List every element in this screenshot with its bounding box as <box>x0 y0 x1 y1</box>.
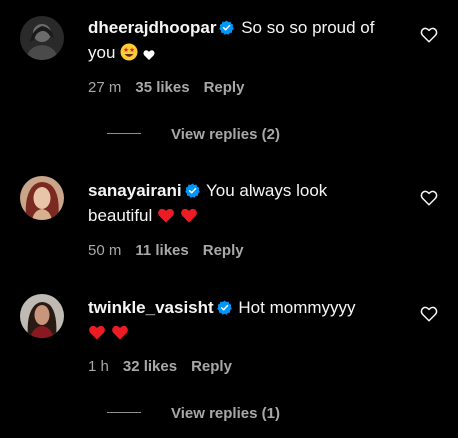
verified-badge-icon <box>184 183 200 198</box>
view-replies-label: View replies (2) <box>171 126 280 143</box>
comment-time: 27 m <box>88 79 122 96</box>
comment-time: 50 m <box>88 242 122 259</box>
red-heart-emoji <box>180 208 197 223</box>
white-heart-emoji <box>143 50 155 60</box>
comment-text-block: dheerajdhoopar So so so proud of you <box>88 15 388 65</box>
comment-text: Hot mommyyyy <box>238 298 356 317</box>
red-heart-emoji <box>158 208 174 223</box>
reply-button[interactable]: Reply <box>191 358 232 375</box>
comment-text-block: twinkle_vasisht Hot mommyyyy <box>88 295 388 345</box>
username[interactable]: dheerajdhoopar <box>88 18 216 37</box>
avatar[interactable] <box>20 176 64 220</box>
username[interactable]: sanayairani <box>88 181 182 200</box>
verified-badge-icon <box>219 20 235 35</box>
likes-count[interactable]: 11 likes <box>135 242 188 259</box>
comment-meta: 27 m 35 likes Reply <box>88 79 258 96</box>
likes-count[interactable]: 32 likes <box>123 358 177 375</box>
red-heart-emoji <box>89 325 105 340</box>
reply-button[interactable]: Reply <box>204 79 245 96</box>
view-replies-button[interactable]: View replies (2) <box>107 126 280 146</box>
view-replies-button[interactable]: View replies (1) <box>107 405 280 425</box>
comment-time: 1 h <box>88 358 109 375</box>
username[interactable]: twinkle_vasisht <box>88 298 214 317</box>
likes-count[interactable]: 35 likes <box>135 79 189 96</box>
replies-divider <box>107 133 141 134</box>
avatar[interactable] <box>20 294 64 338</box>
replies-divider <box>107 412 141 413</box>
like-heart-icon[interactable] <box>420 26 438 44</box>
avatar[interactable] <box>20 16 64 60</box>
like-heart-icon[interactable] <box>420 189 438 207</box>
reply-button[interactable]: Reply <box>203 242 244 259</box>
comment-text-block: sanayairani You always look beautiful <box>88 178 388 228</box>
like-heart-icon[interactable] <box>420 305 438 323</box>
verified-badge-icon <box>216 300 232 315</box>
comment-meta: 1 h 32 likes Reply <box>88 358 246 375</box>
red-heart-emoji <box>111 325 128 340</box>
star-struck-emoji <box>120 43 138 61</box>
comment-meta: 50 m 11 likes Reply <box>88 242 258 259</box>
view-replies-label: View replies (1) <box>171 405 280 422</box>
